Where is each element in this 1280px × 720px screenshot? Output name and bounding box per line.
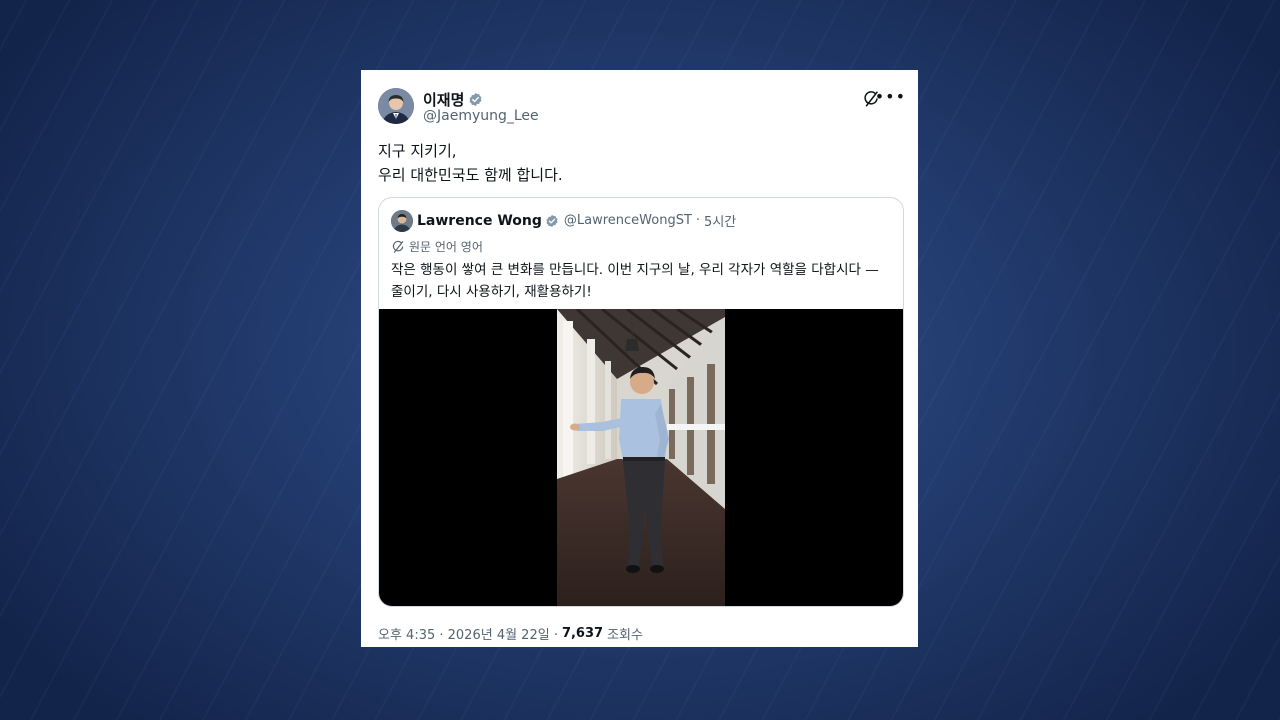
translation-note-text: 원문 언어 영어 xyxy=(409,240,483,254)
author-name[interactable]: 이재명 xyxy=(423,89,464,110)
views-count: 7,637 xyxy=(561,626,604,641)
verified-badge-icon xyxy=(546,214,558,227)
translation-note[interactable]: 원문 언어 영어 xyxy=(391,238,483,255)
quoted-text-line: 작은 행동이 쌓여 큰 변화를 만듭니다. 이번 지구의 날, 우리 각자가 역… xyxy=(391,262,879,278)
post-timestamp[interactable]: 오후 4:35 · 2026년 4월 22일 · xyxy=(378,624,558,643)
quoted-text-line: 줄이기, 다시 사용하기, 재활용하기! xyxy=(391,284,592,300)
verified-badge-icon xyxy=(469,92,482,107)
post-metadata: 오후 4:35 · 2026년 4월 22일 · 7,637 조회수 xyxy=(378,624,643,643)
quoted-text: 작은 행동이 쌓여 큰 변화를 만듭니다. 이번 지구의 날, 우리 각자가 역… xyxy=(391,259,879,303)
translate-icon xyxy=(392,240,404,253)
quoted-author-avatar[interactable] xyxy=(391,210,413,232)
video-frame xyxy=(557,309,725,606)
post-text: 지구 지키기, 우리 대한민국도 함께 합니다. xyxy=(378,139,563,187)
post-card: 이재명 @Jaemyung_Lee ••• 지구 지키기, 우리 대한민국도 함… xyxy=(361,70,918,647)
post-text-line: 우리 대한민국도 함께 합니다. xyxy=(378,166,563,184)
author-name-row[interactable]: 이재명 xyxy=(423,89,483,110)
author-avatar[interactable] xyxy=(378,88,414,124)
quoted-author-name[interactable]: Lawrence Wong xyxy=(417,213,542,229)
separator-dot: · xyxy=(695,213,701,228)
views-label: 조회수 xyxy=(607,628,643,643)
post-text-line: 지구 지키기, xyxy=(378,142,457,160)
quoted-header: Lawrence Wong @LawrenceWongST · 5시간 xyxy=(417,211,736,231)
quoted-author-handle[interactable]: @LawrenceWongST xyxy=(564,213,692,228)
author-handle[interactable]: @Jaemyung_Lee xyxy=(423,108,539,124)
video-player[interactable] xyxy=(379,309,903,606)
more-options-icon[interactable]: ••• xyxy=(875,87,906,107)
quoted-timestamp[interactable]: 5시간 xyxy=(704,211,736,230)
quoted-post[interactable]: Lawrence Wong @LawrenceWongST · 5시간 원문 언… xyxy=(378,197,904,607)
